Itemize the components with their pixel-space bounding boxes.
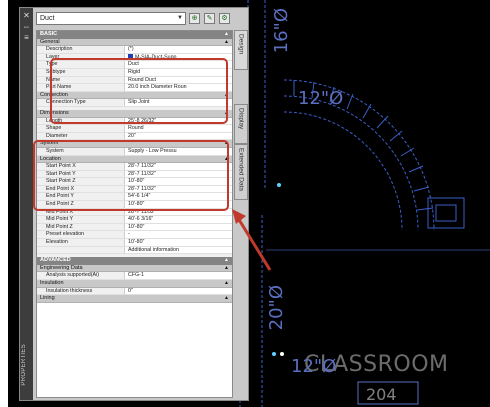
property-value-text: 40'-6 3/16"	[128, 216, 154, 223]
section-label: Engineering Data	[40, 264, 83, 271]
property-value-text: -	[128, 231, 130, 238]
property-label: Mid Point Y	[37, 216, 125, 223]
property-value-text: 10'-80"	[128, 239, 145, 246]
subcategory-header[interactable]: General ▲	[37, 38, 232, 47]
palette-toolbar: Duct ▼ ⊕ ✎ ⚙	[36, 12, 233, 26]
collapse-icon[interactable]: ▲	[224, 265, 229, 273]
autohide-icon[interactable]: ⇔	[22, 22, 31, 31]
dim-label-mid: 12"Ø	[298, 88, 344, 109]
property-label: Elevation	[37, 239, 125, 246]
property-row: Elevation 10'-80"	[37, 239, 232, 247]
grip-point[interactable]	[277, 183, 281, 187]
property-value-text: 10'-80"	[128, 223, 145, 230]
property-label: Mid Point Z	[37, 223, 125, 231]
collapse-icon[interactable]: ▲	[224, 31, 229, 39]
property-value[interactable]: 10'-80"	[125, 239, 232, 246]
duct-vertical-upper	[247, 0, 266, 190]
property-value[interactable]: 40'-6 3/16"	[125, 216, 232, 223]
property-value-text: 20"	[128, 132, 136, 139]
property-row: Mid Point Y 40'-6 3/16"	[37, 216, 232, 224]
grip-point[interactable]	[280, 352, 284, 356]
property-label: Preset elevation	[37, 231, 125, 239]
property-row: Additional information	[37, 246, 232, 255]
collapse-icon[interactable]: ▲	[224, 280, 229, 288]
property-row: Analysis supported(Ai) CFG-1	[37, 272, 232, 280]
property-value[interactable]: (*)	[125, 46, 232, 53]
property-value-text: Additional information	[128, 246, 179, 253]
property-value[interactable]: CFG-1	[125, 272, 232, 279]
close-icon[interactable]: ✕	[22, 11, 31, 20]
property-value[interactable]: 0"	[125, 288, 232, 295]
object-type-label: Duct	[40, 15, 55, 22]
dim-label-bottom: 12"Ø	[291, 356, 337, 377]
collapse-icon[interactable]: ▲	[224, 295, 229, 303]
property-value[interactable]: 10'-80"	[125, 224, 232, 231]
select-objects-icon[interactable]: ⊕	[189, 13, 200, 24]
dim-label-low: 20"Ø	[266, 285, 287, 331]
palette-title: PROPERTIES	[21, 344, 27, 386]
category-header[interactable]: BASIC ▲	[37, 31, 232, 39]
property-value[interactable]: 20"	[125, 133, 232, 140]
property-label: Description	[37, 46, 125, 53]
toggle-pickadd-icon[interactable]: ⚙	[219, 13, 230, 24]
property-value[interactable]: Additional information	[125, 247, 232, 254]
property-value-text: CFG-1	[128, 272, 144, 279]
subcategory-header[interactable]: Insulation ▲	[37, 280, 232, 288]
tab-design[interactable]: Design	[234, 30, 248, 70]
property-row: Description (*)	[37, 46, 232, 54]
section-label: BASIC	[40, 31, 58, 37]
property-row: Insulation thickness 0"	[37, 287, 232, 296]
highlight-dimensions	[33, 140, 229, 211]
room-number: 204	[366, 385, 397, 404]
tab-display[interactable]: Display	[234, 104, 248, 144]
property-value-text: (*)	[128, 46, 134, 53]
chevron-down-icon: ▼	[177, 15, 183, 21]
property-row: Mid Point Z 10'-80"	[37, 223, 232, 232]
tab-design-label: Design	[237, 34, 245, 55]
category-header[interactable]: ADVANCED ▲	[37, 257, 232, 265]
property-value-text: 0"	[128, 287, 133, 294]
quick-select-icon[interactable]: ✎	[204, 13, 215, 24]
grip-point[interactable]	[272, 352, 276, 356]
section-label: Insulation	[40, 280, 64, 286]
property-row: Preset elevation -	[37, 231, 232, 240]
property-value[interactable]: Round	[125, 125, 232, 132]
property-label	[37, 246, 125, 254]
section-label: ADVANCED	[40, 257, 71, 264]
menu-icon[interactable]: ≡	[22, 33, 31, 42]
dim-label-top: 16"Ø	[271, 8, 292, 54]
property-row: Shape Round	[37, 125, 232, 133]
tab-display-label: Display	[237, 108, 245, 130]
subcategory-header[interactable]: Engineering Data ▲	[37, 264, 232, 273]
section-label: Lining	[40, 295, 55, 302]
property-value-text: Round	[128, 125, 144, 132]
collapse-icon[interactable]: ▲	[224, 257, 229, 265]
tab-extended-data[interactable]: Extended Data	[234, 144, 248, 200]
property-value[interactable]: -	[125, 231, 232, 238]
property-label: Insulation thickness	[37, 287, 125, 295]
palette-titlebar[interactable]: ✕ ⇔ ≡ PROPERTIES	[20, 8, 33, 400]
collapse-icon[interactable]: ▲	[224, 39, 229, 47]
property-label: Shape	[37, 125, 125, 132]
property-label: Analysis supported(Ai)	[37, 272, 125, 279]
object-type-select[interactable]: Duct ▼	[36, 12, 186, 25]
section-label: General	[40, 38, 60, 45]
subcategory-header[interactable]: Lining ▲	[37, 295, 232, 303]
tab-extended-data-label: Extended Data	[237, 148, 245, 192]
diffuser-symbol	[427, 197, 465, 229]
highlight-general	[50, 58, 228, 124]
property-label: Diameter	[37, 132, 125, 140]
